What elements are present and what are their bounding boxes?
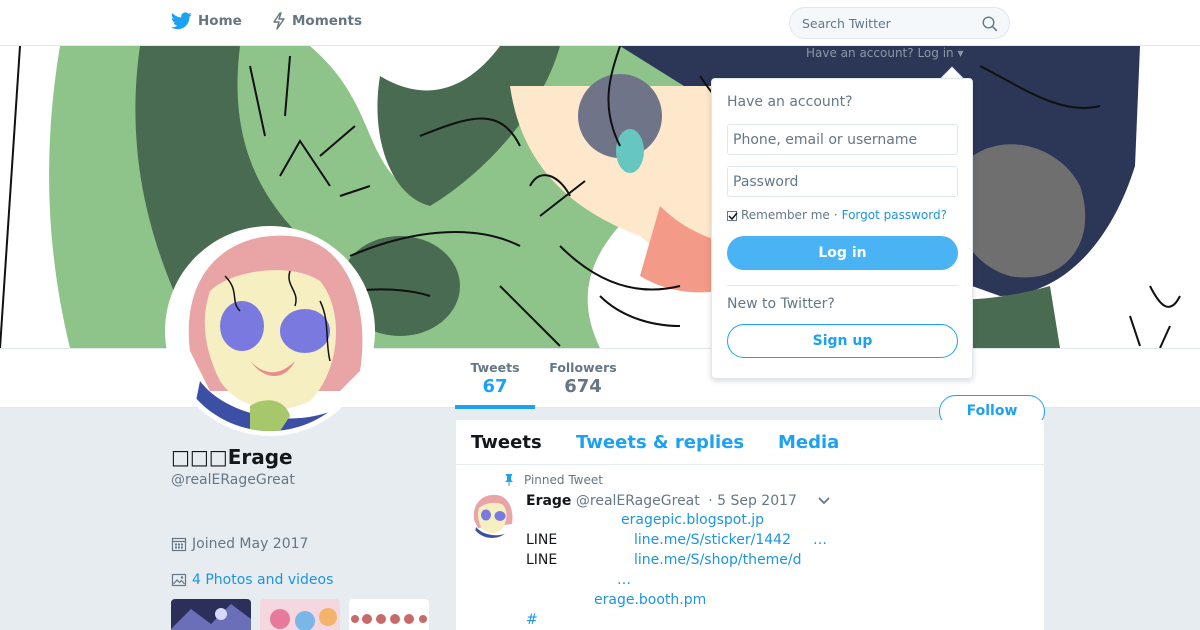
tweet-line: LINE line.me/S/sticker/1442 … [526,532,827,548]
separator: · [833,208,838,222]
tweet-ellipsis[interactable]: … [617,572,631,588]
joined-text: Joined May 2017 [192,536,309,552]
chevron-down-icon[interactable] [817,496,831,506]
tweet-text: LINE [526,532,558,548]
stat-followers-value: 674 [564,376,602,397]
pinned-text: Pinned Tweet [524,473,603,487]
tweet-link[interactable]: erage.booth.pm [594,592,706,608]
stat-tweets-label: Tweets [470,360,520,375]
tweet-line: LINE line.me/S/shop/theme/d [526,552,801,568]
nav-moments[interactable]: Moments [272,12,362,30]
joined-date: Joined May 2017 [171,536,308,552]
tweet-line: eragepic.blogspot.jp [621,512,764,528]
photo-thumbnail[interactable] [260,599,340,630]
remember-label[interactable]: Remember me [741,208,830,222]
tweet-link[interactable]: line.me/S/sticker/1442 [634,532,791,548]
timeline: Tweets Tweets & replies Media Pinned Twe… [456,420,1044,630]
forgot-password-link[interactable]: Forgot password? [842,208,947,222]
username-input[interactable] [727,124,958,155]
tweet-author-handle[interactable]: @realERageGreat [576,493,700,509]
search-icon[interactable] [982,16,998,32]
photo-thumbnail[interactable] [349,599,429,630]
tweet-ellipsis[interactable]: … [813,532,827,548]
profile-name[interactable]: □□□Erage [171,445,293,469]
tab-tweets[interactable]: Tweets [471,432,542,453]
tweet-header: Erage @realERageGreat · 5 Sep 2017 [526,493,797,509]
nav-home-label: Home [198,13,242,29]
twitter-bird-icon [171,12,192,30]
tweet-author-name[interactable]: Erage [526,493,571,509]
signup-button[interactable]: Sign up [727,324,958,358]
tweet-line: # [526,612,538,628]
tab-media[interactable]: Media [778,432,839,453]
image-icon [171,573,187,587]
calendar-icon [171,537,187,552]
pin-icon [505,474,513,486]
remember-checkbox[interactable] [727,211,738,221]
profile-avatar[interactable] [165,226,375,436]
login-toggle[interactable]: Have an account? Log in ▾ [806,46,963,60]
tweet-link[interactable]: eragepic.blogspot.jp [621,512,764,528]
photos-label: 4 Photos and videos [192,572,334,588]
stat-tweets[interactable]: Tweets 67 [465,360,525,397]
stat-followers-label: Followers [549,360,617,375]
top-navigation-bar: Home Moments Search Twitter [0,0,1200,46]
tweet-link[interactable]: line.me/S/shop/theme/d [634,552,801,568]
photos-link[interactable]: 4 Photos and videos [171,572,333,588]
login-button[interactable]: Log in [727,236,958,270]
tweet-date[interactable]: · 5 Sep 2017 [708,493,797,509]
login-heading: Have an account? [727,94,853,110]
tweet-text: LINE [526,552,558,568]
pinned-tweet-label: Pinned Tweet [504,473,603,487]
tweet-hashtag[interactable]: # [526,612,538,628]
nav-moments-label: Moments [292,13,363,29]
tweet-avatar[interactable] [470,494,514,538]
new-to-twitter-heading: New to Twitter? [727,296,835,312]
photo-thumbnail[interactable] [171,599,251,630]
avatar-artwork [170,231,370,431]
tab-tweets-replies[interactable]: Tweets & replies [576,432,744,453]
password-input[interactable] [727,166,958,197]
divider [727,285,958,286]
search-placeholder: Search Twitter [802,16,891,31]
remember-row: Remember me · Forgot password? [727,208,947,222]
active-stat-indicator [455,405,535,409]
tweet-line: erage.booth.pm [594,592,706,608]
photo-thumbnails [171,599,429,630]
timeline-tabs: Tweets Tweets & replies Media [456,420,1044,465]
checkmark-icon [728,212,738,221]
lightning-icon [273,12,285,30]
search-box[interactable]: Search Twitter [789,7,1010,39]
nav-home[interactable]: Home [171,12,242,30]
profile-handle[interactable]: @realERageGreat [171,472,295,488]
login-dropdown: Have an account? Remember me · Forgot pa… [711,78,973,379]
tweet-line: … [617,572,631,588]
stat-followers[interactable]: Followers 674 [548,360,618,397]
stat-tweets-value: 67 [482,376,508,397]
